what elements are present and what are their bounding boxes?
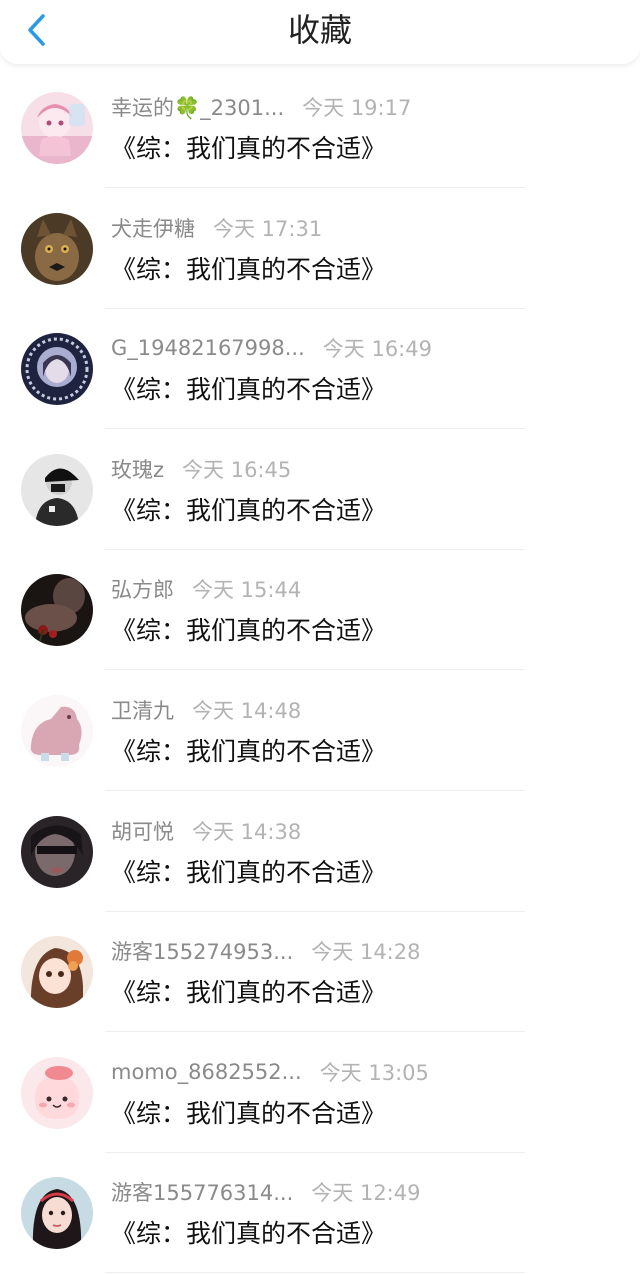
timestamp: 今天 14:28 <box>311 940 421 965</box>
list-item[interactable]: 游客155274953... 今天 14:28 《综：我们真的不合适》 <box>0 908 640 1033</box>
avatar[interactable] <box>21 212 93 285</box>
user-name[interactable]: 幸运的🍀_2301... <box>111 92 284 122</box>
divider <box>105 1272 525 1274</box>
timestamp: 今天 14:48 <box>192 698 302 723</box>
list-item[interactable]: momo_8682552... 今天 13:05 《综：我们真的不合适》 <box>0 1029 640 1153</box>
timestamp: 今天 12:49 <box>311 1181 421 1206</box>
item-title[interactable]: 《综：我们真的不合适》 <box>111 129 386 165</box>
item-title[interactable]: 《综：我们真的不合适》 <box>111 250 386 286</box>
user-name[interactable]: 胡可悦 <box>111 816 174 846</box>
avatar-image <box>21 936 93 1009</box>
item-meta: 游客155776314... 今天 12:49 <box>111 1177 420 1207</box>
avatar[interactable] <box>21 333 93 406</box>
avatar[interactable] <box>21 936 93 1009</box>
favorites-list: 幸运的🍀_2301... 今天 19:17 《综：我们真的不合适》 犬走伊糖 今… <box>0 64 640 1274</box>
user-name[interactable]: 玫瑰z <box>111 454 164 484</box>
avatar-image <box>21 1056 93 1129</box>
item-meta: 卫清九 今天 14:48 <box>111 695 301 725</box>
item-meta: 游客155274953... 今天 14:28 <box>111 936 420 966</box>
avatar-image <box>21 574 93 647</box>
avatar-image <box>21 694 93 767</box>
avatar[interactable] <box>21 574 93 647</box>
item-title[interactable]: 《综：我们真的不合适》 <box>111 491 386 527</box>
clover-icon: 🍀 <box>174 96 201 120</box>
avatar-image <box>21 1177 93 1250</box>
user-name[interactable]: 游客155776314... <box>111 1177 293 1207</box>
list-item[interactable]: 弘方郎 今天 15:44 《综：我们真的不合适》 <box>0 546 640 671</box>
avatar[interactable] <box>21 815 93 888</box>
avatar-image <box>21 815 93 888</box>
avatar-image <box>21 453 93 526</box>
timestamp: 今天 16:45 <box>182 457 292 482</box>
user-name[interactable]: 游客155274953... <box>111 936 293 966</box>
item-meta: momo_8682552... 今天 13:05 <box>111 1057 429 1087</box>
list-item[interactable]: 玫瑰z 今天 16:45 《综：我们真的不合适》 <box>0 426 640 550</box>
item-meta: 弘方郎 今天 15:44 <box>111 574 301 604</box>
page-title: 收藏 <box>287 11 352 49</box>
avatar[interactable] <box>21 694 93 767</box>
user-name[interactable]: 弘方郎 <box>111 574 174 604</box>
list-item[interactable]: G_19482167998... 今天 16:49 《综：我们真的不合适》 <box>0 305 640 430</box>
item-title[interactable]: 《综：我们真的不合适》 <box>111 973 386 1009</box>
timestamp: 今天 17:31 <box>213 216 323 241</box>
user-name[interactable]: 犬走伊糖 <box>111 213 195 243</box>
item-meta: 胡可悦 今天 14:38 <box>111 816 301 846</box>
timestamp: 今天 19:17 <box>302 96 412 120</box>
user-name[interactable]: 卫清九 <box>111 695 174 725</box>
avatar[interactable] <box>21 1056 93 1129</box>
item-title[interactable]: 《综：我们真的不合适》 <box>111 611 386 647</box>
item-title[interactable]: 《综：我们真的不合适》 <box>111 853 386 889</box>
avatar-image <box>21 333 93 406</box>
avatar[interactable] <box>21 92 93 164</box>
item-title[interactable]: 《综：我们真的不合适》 <box>111 1214 386 1250</box>
avatar[interactable] <box>21 453 93 526</box>
item-meta: 幸运的🍀_2301... 今天 19:17 <box>111 92 411 122</box>
list-item[interactable]: 胡可悦 今天 14:38 《综：我们真的不合适》 <box>0 788 640 912</box>
timestamp: 今天 15:44 <box>192 578 302 603</box>
timestamp: 今天 16:49 <box>322 337 432 362</box>
item-title[interactable]: 《综：我们真的不合适》 <box>111 1094 386 1130</box>
top-bar: 收藏 <box>0 0 640 64</box>
item-meta: 犬走伊糖 今天 17:31 <box>111 213 322 243</box>
list-item[interactable]: 游客155776314... 今天 12:49 《综：我们真的不合适》 <box>0 1149 640 1274</box>
avatar-image <box>21 212 93 285</box>
item-meta: 玫瑰z 今天 16:45 <box>111 454 291 484</box>
item-meta: G_19482167998... 今天 16:49 <box>111 333 432 363</box>
avatar-image <box>21 92 93 164</box>
list-item[interactable]: 犬走伊糖 今天 17:31 《综：我们真的不合适》 <box>0 185 640 309</box>
user-name[interactable]: momo_8682552... <box>111 1060 302 1084</box>
list-item[interactable]: 卫清九 今天 14:48 《综：我们真的不合适》 <box>0 667 640 791</box>
timestamp: 今天 13:05 <box>319 1060 429 1085</box>
list-item[interactable]: 幸运的🍀_2301... 今天 19:17 《综：我们真的不合适》 <box>0 64 640 188</box>
timestamp: 今天 14:38 <box>192 819 302 844</box>
user-name[interactable]: G_19482167998... <box>111 336 305 360</box>
avatar[interactable] <box>21 1177 93 1250</box>
item-title[interactable]: 《综：我们真的不合适》 <box>111 370 386 406</box>
item-title[interactable]: 《综：我们真的不合适》 <box>111 732 386 768</box>
